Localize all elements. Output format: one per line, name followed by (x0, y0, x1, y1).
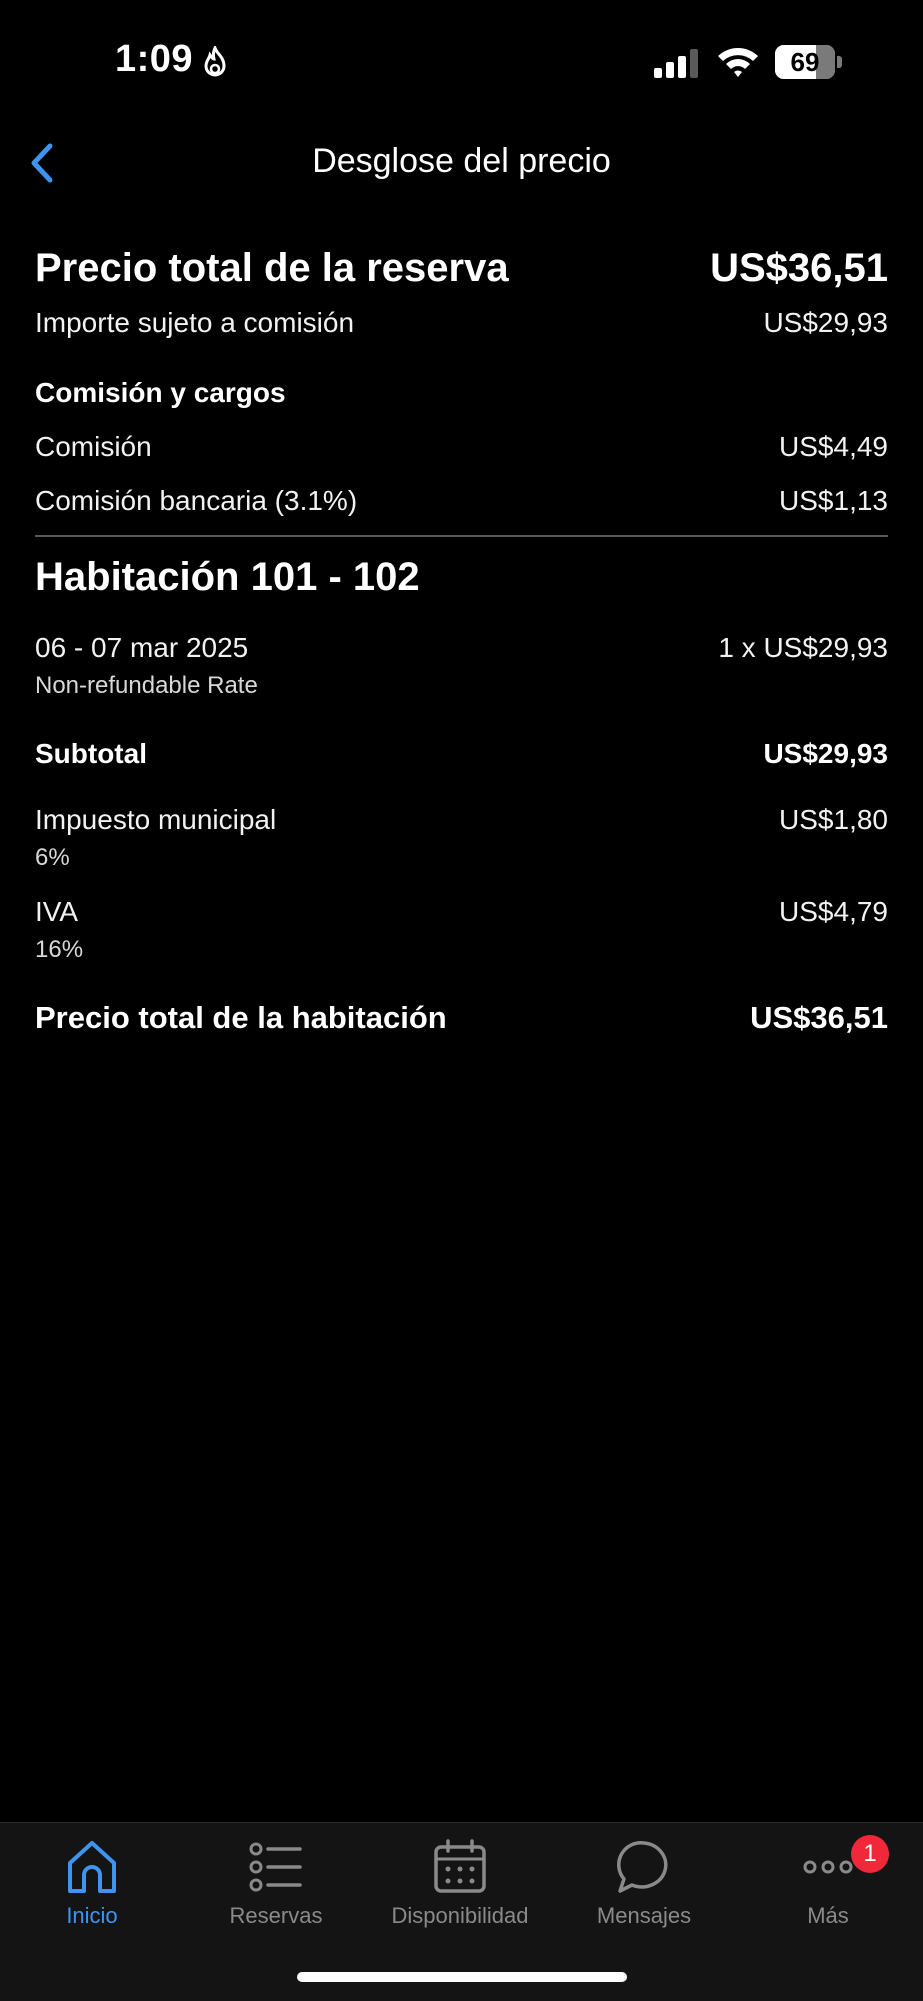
room-dates-row: 06 - 07 mar 2025 Non-refundable Rate 1 x… (35, 632, 888, 700)
wifi-icon (718, 48, 758, 77)
tab-mas[interactable]: 1 Más (736, 1835, 920, 1957)
status-time: 1:09 (115, 38, 194, 80)
tab-inicio[interactable]: Inicio (0, 1837, 184, 1957)
section-divider (35, 535, 888, 537)
fees-heading: Comisión y cargos (35, 377, 286, 408)
municipal-tax-label: Impuesto municipal (35, 804, 277, 835)
room-total-row: Precio total de la habitación US$36,51 (35, 1000, 888, 1036)
tab-reservas[interactable]: Reservas (184, 1837, 368, 1957)
notification-badge: 1 (851, 1835, 889, 1873)
bank-fee-label: Comisión bancaria (3.1%) (35, 485, 358, 516)
commissionable-row: Importe sujeto a comisión US$29,93 (35, 307, 888, 339)
vat-block: IVA 16% (35, 896, 83, 964)
battery-empty-fill (816, 45, 835, 79)
cellular-signal-icon (654, 49, 698, 78)
booking-total-value: US$36,51 (710, 246, 888, 290)
battery-body: 69 (775, 45, 835, 79)
vat-rate: 16% (35, 936, 84, 963)
flame-icon (204, 46, 226, 77)
vat-row: IVA 16% US$4,79 (35, 896, 888, 964)
home-icon (68, 1841, 116, 1893)
commission-value: US$4,49 (779, 431, 888, 462)
tab-disponibilidad[interactable]: Disponibilidad (368, 1837, 552, 1957)
page-title: Desglose del precio (312, 142, 611, 180)
home-indicator (297, 1972, 627, 1982)
fees-heading-row: Comisión y cargos (35, 377, 888, 409)
municipal-tax-row: Impuesto municipal 6% US$1,80 (35, 804, 888, 872)
vat-value: US$4,79 (779, 896, 888, 927)
room-total-label: Precio total de la habitación (35, 1000, 447, 1035)
commissionable-label: Importe sujeto a comisión (35, 307, 355, 338)
subtotal-label: Subtotal (35, 738, 147, 769)
nav-header: Desglose del precio (0, 130, 923, 200)
list-icon (249, 1842, 302, 1892)
municipal-tax-block: Impuesto municipal 6% (35, 804, 276, 872)
tab-label: Inicio (66, 1903, 118, 1928)
room-title-row: Habitación 101 - 102 (35, 555, 888, 600)
bank-fee-value: US$1,13 (779, 485, 888, 516)
tab-label: Disponibilidad (391, 1903, 529, 1928)
tab-label: Reservas (229, 1903, 323, 1928)
subtotal-row: Subtotal US$29,93 (35, 738, 888, 770)
commission-label: Comisión (35, 431, 152, 462)
room-dates-block: 06 - 07 mar 2025 Non-refundable Rate (35, 632, 258, 700)
rate-name: Non-refundable Rate (35, 672, 258, 699)
commission-row: Comisión US$4,49 (35, 431, 888, 463)
room-total-value: US$36,51 (750, 1000, 888, 1035)
room-title: Habitación 101 - 102 (35, 555, 420, 599)
tab-label: Mensajes (596, 1903, 692, 1928)
battery-indicator: 69 (775, 45, 843, 79)
vat-label: IVA (35, 896, 79, 927)
more-dots-icon (803, 1860, 853, 1874)
bank-fee-row: Comisión bancaria (3.1%) US$1,13 (35, 485, 888, 517)
tab-mensajes[interactable]: Mensajes (552, 1837, 736, 1957)
battery-percent: 69 (790, 47, 820, 77)
price-breakdown: Precio total de la reserva US$36,51 Impo… (35, 240, 888, 1036)
room-dates: 06 - 07 mar 2025 (35, 632, 249, 663)
status-bar: 1:09 69 (0, 0, 923, 120)
nights-price: 1 x US$29,93 (718, 632, 888, 663)
tab-label: Más (807, 1903, 849, 1928)
subtotal-value: US$29,93 (763, 738, 888, 769)
chat-bubble-icon (617, 1841, 668, 1893)
battery-tip (837, 56, 842, 68)
booking-total-label: Precio total de la reserva (35, 246, 509, 290)
calendar-icon (434, 1839, 486, 1893)
commissionable-value: US$29,93 (763, 307, 888, 338)
municipal-tax-rate: 6% (35, 844, 70, 871)
booking-total-row: Precio total de la reserva US$36,51 (35, 246, 888, 291)
municipal-tax-value: US$1,80 (779, 804, 888, 835)
